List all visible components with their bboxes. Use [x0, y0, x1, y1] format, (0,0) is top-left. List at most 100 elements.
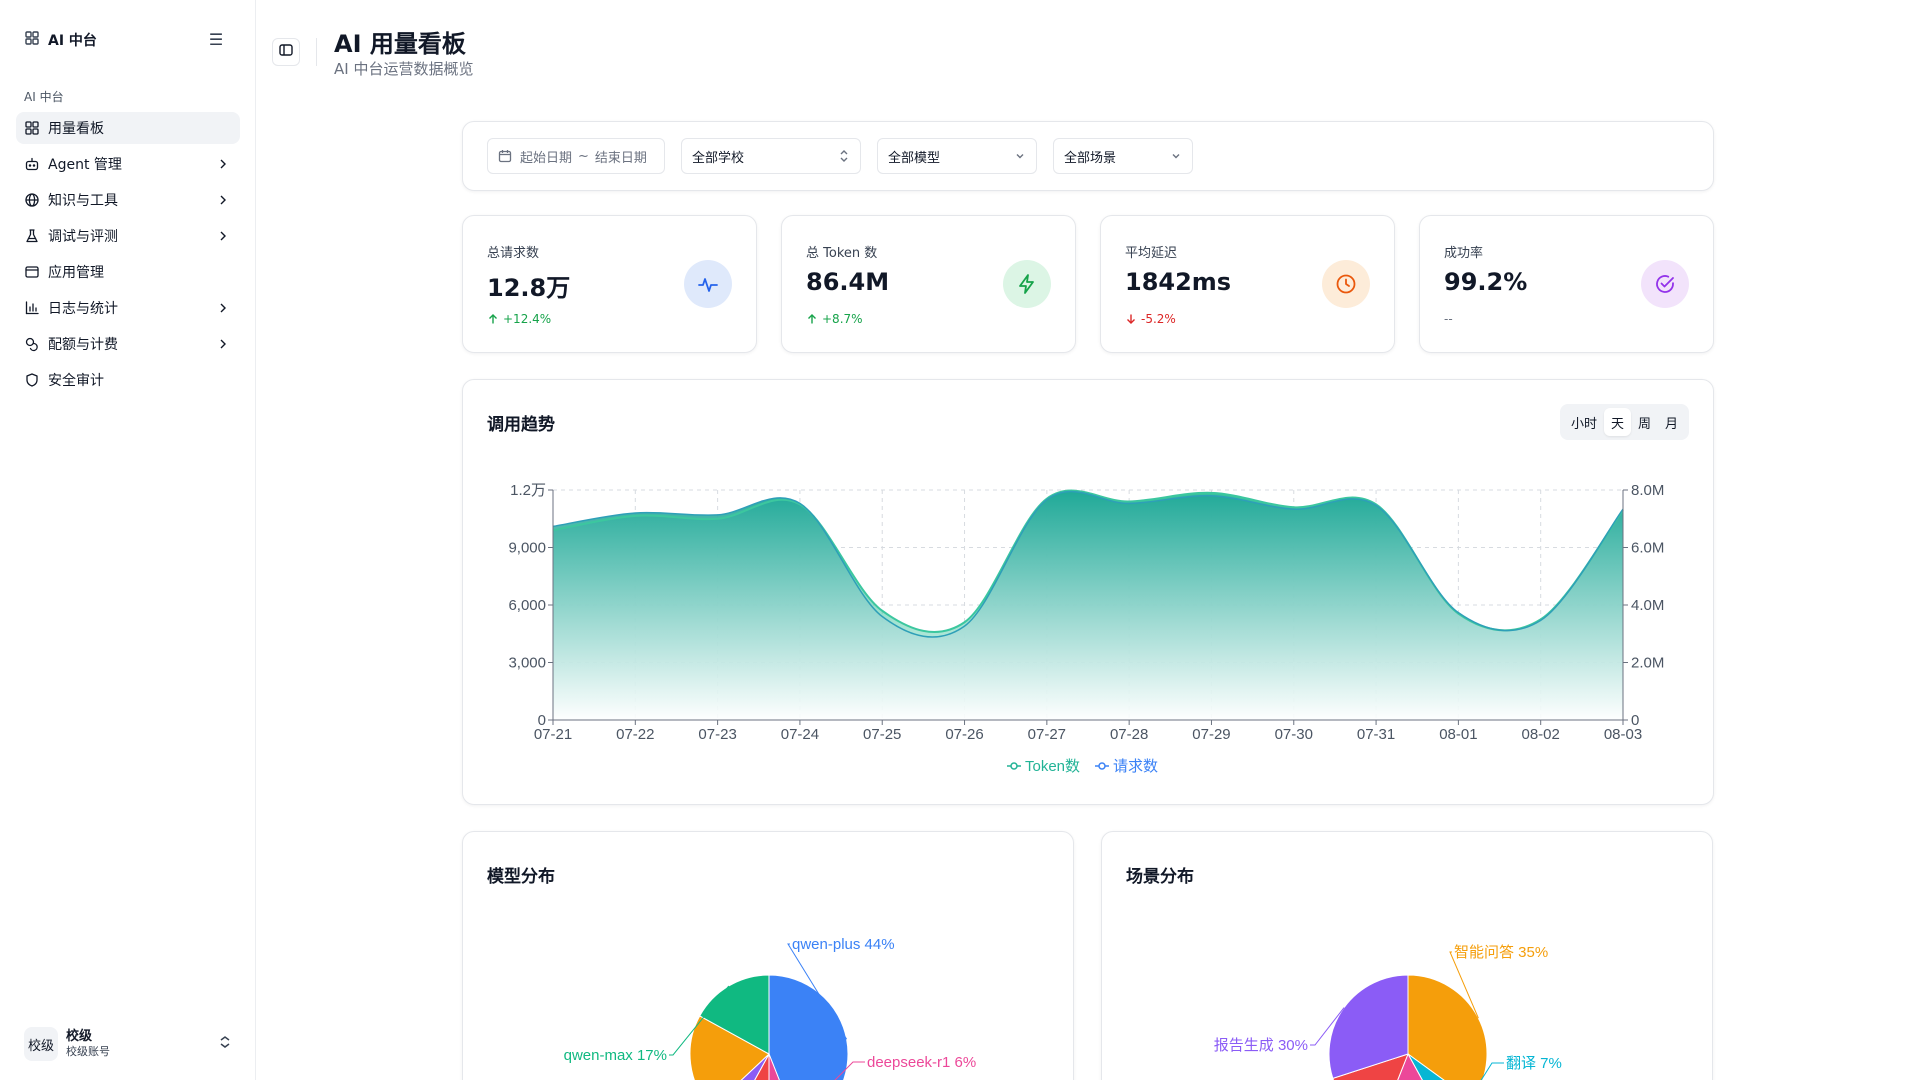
sidebar-item-1[interactable]: 用量看板	[16, 112, 240, 144]
pie-label: qwen-max 17%	[564, 1047, 667, 1064]
legend-label: Token数	[1025, 758, 1080, 775]
arrow-up-icon	[806, 313, 818, 325]
stat-card: 总请求数 12.8万 +12.4%	[462, 215, 757, 353]
stat-label: 总请求数	[487, 246, 540, 261]
y-right-tick-label: 0	[1631, 712, 1639, 729]
legend-marker	[1098, 762, 1106, 770]
x-tick-label: 07-26	[945, 726, 983, 743]
x-tick-label: 07-27	[1028, 726, 1066, 743]
stat-value: 12.8万	[487, 274, 571, 302]
dashboard-icon	[24, 120, 40, 136]
range-tab[interactable]: 小时	[1564, 408, 1604, 436]
x-tick-label: 07-30	[1275, 726, 1313, 743]
chevron-down-icon	[1170, 150, 1182, 162]
chevron-right-icon	[216, 337, 230, 351]
chevrons-up-down-icon	[218, 1034, 232, 1054]
scene-distribution-title: 场景分布	[1126, 867, 1194, 887]
sidebar-item-label: 知识与工具	[48, 193, 118, 209]
menu-icon[interactable]: ☰	[206, 30, 226, 50]
chevron-right-icon	[216, 229, 230, 243]
x-tick-label: 07-23	[698, 726, 736, 743]
stat-delta: +12.4%	[487, 312, 551, 326]
y-left-tick-label: 3,000	[508, 655, 546, 672]
pie-label: 智能问答 35%	[1454, 943, 1548, 961]
filter-bar: 起始日期 ~ 结束日期 全部学校 全部模型 全部场景	[462, 121, 1714, 191]
stat-card: 总 Token 数 86.4M +8.7%	[781, 215, 1076, 353]
sidebar-item-3[interactable]: 知识与工具	[16, 184, 240, 216]
pie-label: 报告生成 30%	[1214, 1037, 1308, 1054]
account-name: 校级	[66, 1029, 93, 1044]
brand[interactable]: AI 中台	[24, 30, 97, 50]
page-subtitle: AI 中台运营数据概览	[334, 60, 474, 78]
y-right-tick-label: 6.0M	[1631, 540, 1664, 557]
sidebar-item-2[interactable]: Agent 管理	[16, 148, 240, 180]
school-select[interactable]: 全部学校	[681, 138, 861, 174]
pie-slice[interactable]	[768, 974, 849, 1080]
model-select[interactable]: 全部模型	[877, 138, 1037, 174]
range-tabs: 小时天周月	[1559, 404, 1689, 440]
stat-label: 平均延迟	[1125, 246, 1178, 261]
account-role: 校级账号	[66, 1045, 110, 1058]
header-divider	[316, 38, 317, 66]
chevrons-up-down-icon	[838, 149, 850, 163]
sidebar-item-8[interactable]: 安全审计	[16, 364, 240, 396]
chevron-down-icon	[1014, 150, 1026, 162]
school-select-value: 全部学校	[692, 150, 745, 166]
sidebar-nav: 用量看板 Agent 管理知识与工具调试与评测应用管理日志与统计配额与计费安全审计	[16, 112, 240, 400]
grid-icon	[24, 30, 40, 50]
y-left-tick-label: 0	[538, 712, 546, 729]
x-tick-label: 07-24	[781, 726, 819, 743]
chevron-right-icon	[216, 193, 230, 207]
range-tab[interactable]: 月	[1658, 408, 1685, 436]
y-right-tick-label: 8.0M	[1631, 482, 1664, 499]
pie-label: 翻译 7%	[1506, 1055, 1562, 1072]
globe-icon	[24, 192, 40, 208]
account-switcher[interactable]: 校级 校级 校级账号	[16, 1022, 240, 1066]
flask-icon	[24, 228, 40, 244]
stat-value: 99.2%	[1444, 268, 1528, 296]
pie-label: deepseek-r1 6%	[867, 1054, 976, 1071]
range-tab[interactable]: 周	[1631, 408, 1658, 436]
bar-chart-icon	[24, 300, 40, 316]
avatar: 校级	[24, 1027, 58, 1061]
stat-label: 成功率	[1444, 246, 1484, 261]
x-tick-label: 07-31	[1357, 726, 1395, 743]
model-select-value: 全部模型	[888, 150, 941, 166]
coins-icon	[24, 336, 40, 352]
check-circle-icon	[1641, 260, 1689, 308]
arrow-down-icon	[1125, 313, 1137, 325]
pie-label: qwen-plus 44%	[792, 936, 895, 953]
sidebar-item-label: 用量看板	[48, 121, 104, 137]
x-tick-label: 07-28	[1110, 726, 1148, 743]
y-right-tick-label: 4.0M	[1631, 597, 1664, 614]
x-tick-label: 08-02	[1522, 726, 1560, 743]
stat-delta: --	[1444, 312, 1453, 326]
legend-item[interactable]: Token数	[1007, 758, 1080, 775]
y-left-tick-label: 9,000	[508, 540, 546, 557]
y-left-tick-label: 6,000	[508, 597, 546, 614]
sidebar-item-5[interactable]: 应用管理	[16, 256, 240, 288]
brand-name: AI 中台	[48, 33, 97, 49]
scene-select[interactable]: 全部场景	[1053, 138, 1193, 174]
sidebar-toggle-button[interactable]	[272, 38, 300, 66]
sidebar-item-label: 日志与统计	[48, 301, 118, 317]
stat-delta-value: --	[1444, 312, 1453, 326]
model-distribution-card: qwen-plus 44% deepseek-r1 6% qwen-max 17% …	[462, 831, 1074, 1080]
x-tick-label: 07-22	[616, 726, 654, 743]
zap-icon	[1003, 260, 1051, 308]
legend-item[interactable]: 请求数	[1095, 758, 1158, 775]
stat-delta: +8.7%	[806, 312, 863, 326]
sidebar-item-7[interactable]: 配额与计费	[16, 328, 240, 360]
stat-delta: -5.2%	[1125, 312, 1176, 326]
start-date-placeholder: 起始日期	[520, 150, 573, 166]
sidebar-item-4[interactable]: 调试与评测	[16, 220, 240, 252]
scene-select-value: 全部场景	[1064, 150, 1117, 166]
sidebar-item-6[interactable]: 日志与统计	[16, 292, 240, 324]
range-tab[interactable]: 天	[1603, 408, 1631, 436]
calendar-icon	[498, 149, 512, 163]
app-window-icon	[24, 264, 40, 280]
sidebar-item-label: 调试与评测	[48, 229, 118, 245]
bot-icon	[24, 156, 40, 172]
sidebar: AI 中台 ☰ AI 中台 用量看板 Agent 管理 知识与工具 调试与评测 应用管理…	[0, 0, 256, 1080]
date-range-picker[interactable]: 起始日期 ~ 结束日期	[487, 138, 665, 174]
